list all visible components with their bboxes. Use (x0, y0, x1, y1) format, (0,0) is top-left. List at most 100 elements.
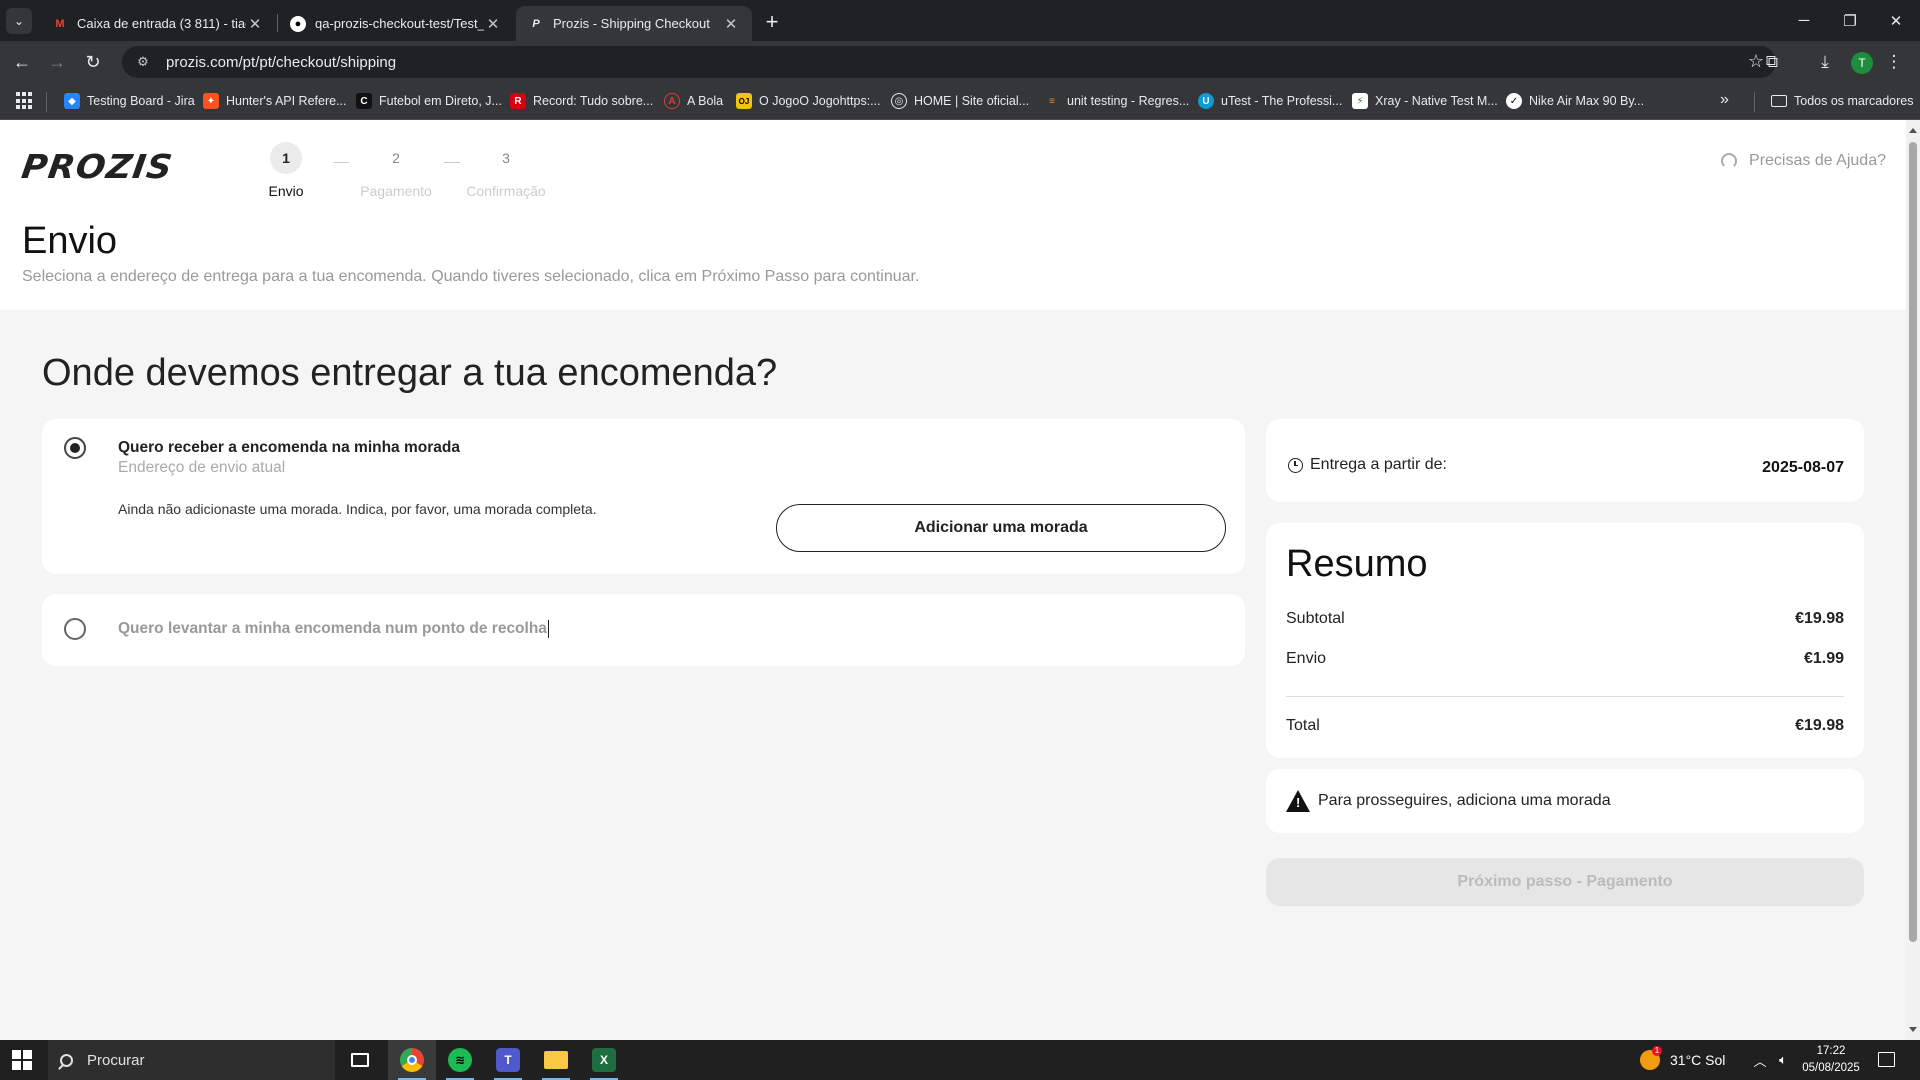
sun-icon: 1 (1640, 1046, 1662, 1070)
notifications-icon[interactable] (1878, 1052, 1895, 1067)
tab-github[interactable]: ● qa-prozis-checkout-test/Test_Pl ✕ (278, 6, 514, 41)
page-title: Envio (22, 220, 118, 262)
bookmark-item[interactable]: ✓ Nike Air Max 90 By... (1506, 91, 1644, 111)
step-envio: 1 Envio (246, 142, 326, 199)
step-connector (444, 162, 460, 163)
hunter-icon: ✦ (203, 93, 219, 109)
new-tab-icon[interactable]: + (758, 8, 786, 36)
option-subtitle: Endereço de envio atual (118, 459, 286, 476)
search-icon (60, 1053, 73, 1067)
address-bar[interactable]: ⚙ prozis.com/pt/pt/checkout/shipping ☆ (122, 46, 1776, 78)
stackoverflow-icon: ≡ (1049, 95, 1055, 107)
prozis-logo[interactable]: PROZIS (19, 147, 175, 186)
summary-title: Resumo (1286, 543, 1428, 585)
gmail-icon: M (55, 17, 65, 30)
download-icon[interactable]: ⤓ (1811, 48, 1839, 76)
taskbar-clock[interactable]: 17:22 05/08/2025 (1800, 1043, 1862, 1077)
shipping-section: Onde devemos entregar a tua encomenda? Q… (0, 310, 1906, 1040)
bookmark-item[interactable]: ◎ HOME | Site oficial... (891, 91, 1029, 111)
pickup-point-option[interactable]: Quero levantar a minha encomenda num pon… (42, 594, 1245, 666)
add-address-button[interactable]: Adicionar uma morada (776, 504, 1226, 552)
tab-prozis-checkout[interactable]: P Prozis - Shipping Checkout ✕ (516, 6, 752, 41)
warning-text: Para prosseguires, adiciona uma morada (1318, 792, 1611, 809)
tab-search-button[interactable]: ⌄ (6, 8, 32, 34)
page-subtitle: Seleciona a endereço de entrega para a t… (22, 268, 920, 285)
close-tab-icon[interactable]: ✕ (246, 15, 264, 33)
all-bookmarks-button[interactable]: Todos os marcadores (1771, 91, 1914, 111)
next-step-button[interactable]: Próximo passo - Pagamento (1266, 858, 1864, 906)
apps-grid-icon[interactable] (16, 92, 34, 110)
home-delivery-radio[interactable] (64, 437, 86, 459)
text-cursor (547, 620, 549, 638)
ojogo-icon: OJ (736, 93, 752, 109)
record-icon: R (510, 93, 526, 109)
teams-icon[interactable]: T (484, 1040, 532, 1080)
more-bookmarks-icon[interactable]: » (1720, 91, 1729, 109)
bookmarks-bar: ◆ Testing Board - Jira ✦ Hunter's API Re… (0, 82, 1920, 120)
windows-start-icon[interactable] (12, 1050, 32, 1070)
github-icon: ● (290, 15, 306, 32)
step-connector (333, 162, 349, 163)
bookmark-item[interactable]: U uTest - The Professi... (1198, 91, 1342, 111)
tab-gmail[interactable]: M Caixa de entrada (3 811) - tiago ✕ (40, 6, 276, 41)
nike-icon: ✓ (1506, 93, 1522, 109)
tab-title: Prozis - Shipping Checkout (553, 16, 710, 31)
help-link[interactable]: Precisas de Ajuda? (1721, 152, 1886, 170)
delivery-label: Entrega a partir de: (1310, 456, 1447, 473)
site-info-icon[interactable]: ⚙ (134, 53, 152, 71)
jira-icon: ◆ (64, 93, 80, 109)
profile-avatar[interactable]: T (1851, 52, 1873, 74)
taskbar-search[interactable]: Procurar (48, 1040, 335, 1080)
delivery-date-card: Entrega a partir de: 2025-08-07 (1266, 419, 1864, 502)
bookmark-item[interactable]: ✦ Hunter's API Refere... (203, 91, 347, 111)
close-tab-icon[interactable]: ✕ (722, 15, 740, 33)
divider (1754, 92, 1755, 112)
menu-kebab-icon[interactable]: ⋮ (1880, 48, 1908, 76)
bookmark-item[interactable]: OJ O JogoO Jogohttps:... (736, 91, 881, 111)
tab-title: Caixa de entrada (3 811) - tiago (77, 16, 246, 31)
windows-taskbar: Procurar ≋ T X 1 31°C Sol ︿ 🔈︎ 17:22 05/… (0, 1040, 1920, 1080)
warning-icon: ! (1286, 790, 1310, 812)
checkout-page: PROZIS 1 Envio 2 Pagamento 3 Confirmação… (0, 120, 1906, 1040)
divider (1286, 696, 1844, 697)
tray-chevron-icon[interactable]: ︿ (1750, 1040, 1770, 1080)
headset-icon (1721, 153, 1738, 169)
chrome-taskbar-icon[interactable] (388, 1040, 436, 1080)
reload-icon[interactable]: ↻ (79, 48, 107, 76)
task-view-icon[interactable] (336, 1040, 384, 1080)
step-confirmacao: 3 Confirmação (466, 142, 546, 199)
spotify-icon[interactable]: ≋ (436, 1040, 484, 1080)
excel-icon[interactable]: X (580, 1040, 628, 1080)
weather-widget[interactable]: 1 31°C Sol (1640, 1040, 1725, 1080)
scrollbar-thumb[interactable] (1909, 142, 1917, 942)
bookmark-item[interactable]: ◆ Testing Board - Jira (64, 91, 195, 111)
no-address-note: Ainda não adicionaste uma morada. Indica… (118, 501, 597, 517)
bookmark-item[interactable]: R Record: Tudo sobre... (510, 91, 653, 111)
step-number: 1 (270, 142, 302, 174)
abola-icon: A (664, 93, 680, 109)
volume-icon[interactable]: 🔈︎ (1772, 1040, 1794, 1080)
globe-icon: ◎ (891, 93, 907, 109)
subtotal-row: Subtotal €19.98 (1286, 610, 1844, 627)
pickup-point-radio[interactable] (64, 618, 86, 640)
close-window-icon[interactable]: ✕ (1868, 0, 1920, 41)
bookmark-item[interactable]: ≡ unit testing - Regres... (1044, 91, 1189, 111)
back-icon[interactable]: ← (8, 48, 36, 76)
forward-icon[interactable]: → (43, 48, 71, 76)
file-explorer-icon[interactable] (532, 1040, 580, 1080)
step-number: 3 (502, 150, 510, 166)
step-label: Confirmação (466, 183, 546, 199)
order-summary-card: Resumo Subtotal €19.98 Envio €1.99 Total… (1266, 523, 1864, 758)
extensions-icon[interactable]: ⧉ (1758, 48, 1786, 76)
clock-icon (1288, 457, 1303, 473)
page-scrollbar[interactable] (1906, 120, 1920, 1040)
scroll-down-icon[interactable] (1909, 1027, 1917, 1032)
scroll-up-icon[interactable] (1909, 128, 1917, 133)
bookmark-item[interactable]: ⚡ Xray - Native Test M... (1352, 91, 1498, 111)
home-delivery-option[interactable]: Quero receber a encomenda na minha morad… (42, 419, 1245, 574)
bookmark-item[interactable]: C Futebol em Direto, J... (356, 91, 502, 111)
bookmark-item[interactable]: A A Bola (664, 91, 723, 111)
close-tab-icon[interactable]: ✕ (484, 15, 502, 33)
url-text[interactable]: prozis.com/pt/pt/checkout/shipping (166, 54, 396, 71)
futebol-icon: C (356, 93, 372, 109)
